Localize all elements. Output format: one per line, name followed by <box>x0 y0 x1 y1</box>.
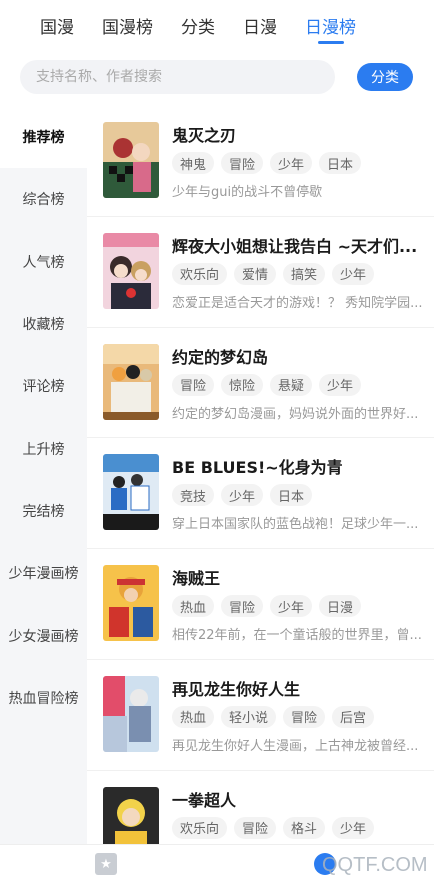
tag: 轻小说 <box>221 705 277 728</box>
tag-list: 冒险 惊险 悬疑 少年 <box>172 373 362 396</box>
manga-description: 穿上日本国家队的蓝色战袍！足球少年一... <box>172 517 419 533</box>
search-input[interactable] <box>20 60 335 94</box>
tag: 少年 <box>270 152 313 174</box>
tag: 少年 <box>221 484 264 507</box>
tag-list: 热血 冒险 少年 日漫 <box>172 595 362 618</box>
tab-guoman-rank[interactable]: 国漫榜 <box>102 0 153 50</box>
category-button[interactable]: 分类 <box>357 63 413 91</box>
list-item[interactable]: 再见龙生你好人生 热血 轻小说 冒险 后宫 再见龙生你好人生漫画，上古神龙被曾经… <box>87 660 434 771</box>
tab-guoman[interactable]: 国漫 <box>40 0 74 50</box>
sidebar-item-shojo[interactable]: 少女漫画榜 <box>0 604 87 666</box>
tag: 搞笑 <box>283 262 326 285</box>
sidebar-item-shonen[interactable]: 少年漫画榜 <box>0 542 87 604</box>
tag: 欢乐向 <box>172 262 228 285</box>
tag-list: 神鬼 冒险 少年 日本 <box>172 152 362 174</box>
tag-list: 欢乐向 冒险 格斗 少年 <box>172 816 375 839</box>
tag-list: 热血 轻小说 冒险 后宫 <box>172 705 375 728</box>
cover-image <box>103 343 159 420</box>
manga-title: 鬼灭之刃 <box>172 126 237 145</box>
tag: 竞技 <box>172 484 215 507</box>
sidebar-item-completed[interactable]: 完结榜 <box>0 480 87 542</box>
tag: 爱情 <box>234 262 277 285</box>
tag: 少年 <box>332 816 375 839</box>
sidebar-item-action[interactable]: 热血冒险榜 <box>0 667 87 729</box>
tab-riman-rank[interactable]: 日漫榜 <box>305 0 356 50</box>
manga-description: 恋爱正是适合天才的游戏！？ 秀知院学园... <box>172 295 423 311</box>
tab-category[interactable]: 分类 <box>181 0 215 50</box>
tag: 少年 <box>270 595 313 618</box>
cover-image <box>103 232 159 309</box>
tag: 日漫 <box>319 595 362 618</box>
list-item[interactable]: 辉夜大小姐想让我告白 ~天才们... 欢乐向 爱情 搞笑 少年 恋爱正是适合天才… <box>87 217 434 328</box>
sidebar-item-rising[interactable]: 上升榜 <box>0 417 87 479</box>
sidebar-item-recommend[interactable]: 推荐榜 <box>0 106 87 169</box>
tag: 冒险 <box>172 373 215 396</box>
cover-image <box>103 786 159 844</box>
manga-title: 一拳超人 <box>172 790 237 810</box>
sidebar-item-popular[interactable]: 人气榜 <box>0 231 87 293</box>
tag-list: 竞技 少年 日本 <box>172 484 313 507</box>
manga-title: 再见龙生你好人生 <box>172 679 301 699</box>
tag: 惊险 <box>221 373 264 396</box>
tag: 冒险 <box>221 595 264 618</box>
list-item[interactable]: 一拳超人 欢乐向 冒险 格斗 少年 <box>87 771 434 844</box>
sidebar-item-comments[interactable]: 评论榜 <box>0 355 87 417</box>
top-tab-bar: 国漫 国漫榜 分类 日漫 日漫榜 <box>0 0 434 50</box>
manga-title: BE BLUES!~化身为青 <box>172 458 343 478</box>
list-item[interactable]: BE BLUES!~化身为青 竞技 少年 日本 穿上日本国家队的蓝色战袍！足球少… <box>87 438 434 550</box>
cover-image <box>103 454 159 531</box>
manga-list: 鬼灭之刃 神鬼 冒险 少年 日本 少年与gui的战斗不曾停歇 辉夜大小姐想让我告… <box>87 106 434 844</box>
tag: 热血 <box>172 705 215 728</box>
watermark: QQTF.COM <box>322 854 428 876</box>
tag: 少年 <box>332 262 375 285</box>
cover-image <box>103 122 159 198</box>
tab-riman[interactable]: 日漫 <box>243 0 277 50</box>
tag: 热血 <box>172 595 215 618</box>
manga-description: 再见龙生你好人生漫画，上古神龙被曾经... <box>172 738 419 754</box>
tag: 冒险 <box>221 152 264 174</box>
tag: 少年 <box>319 373 362 396</box>
manga-description: 少年与gui的战斗不曾停歇 <box>172 185 323 200</box>
manga-title: 辉夜大小姐想让我告白 ~天才们... <box>172 236 418 256</box>
manga-description: 相传22年前，在一个童话般的世界里，曾... <box>172 628 422 644</box>
tag: 后宫 <box>332 705 375 728</box>
tag: 冒险 <box>283 705 326 728</box>
tag: 悬疑 <box>270 373 313 396</box>
list-item[interactable]: 鬼灭之刃 神鬼 冒险 少年 日本 少年与gui的战斗不曾停歇 <box>87 106 434 217</box>
tag: 日本 <box>319 152 362 174</box>
sidebar-item-favorites[interactable]: 收藏榜 <box>0 293 87 355</box>
manga-description: 约定的梦幻岛漫画，妈妈说外面的世界好... <box>172 406 419 422</box>
search-row: 分类 <box>20 60 414 94</box>
manga-title: 海贼王 <box>172 569 221 589</box>
manga-title: 约定的梦幻岛 <box>172 347 269 367</box>
cover-image <box>103 565 159 642</box>
tag-list: 欢乐向 爱情 搞笑 少年 <box>172 262 375 285</box>
tag: 日本 <box>270 484 313 507</box>
tag: 冒险 <box>234 816 277 839</box>
tag: 格斗 <box>283 816 326 839</box>
tag: 神鬼 <box>172 152 215 174</box>
star-icon[interactable]: ★ <box>95 853 117 875</box>
rank-sidebar: 推荐榜 综合榜 人气榜 收藏榜 评论榜 上升榜 完结榜 少年漫画榜 少女漫画榜 … <box>0 106 87 844</box>
cover-image <box>103 675 159 752</box>
sidebar-item-overall[interactable]: 综合榜 <box>0 168 87 230</box>
list-item[interactable]: 海贼王 热血 冒险 少年 日漫 相传22年前，在一个童话般的世界里，曾... <box>87 549 434 660</box>
list-item[interactable]: 约定的梦幻岛 冒险 惊险 悬疑 少年 约定的梦幻岛漫画，妈妈说外面的世界好... <box>87 328 434 439</box>
tag: 欢乐向 <box>172 816 228 839</box>
